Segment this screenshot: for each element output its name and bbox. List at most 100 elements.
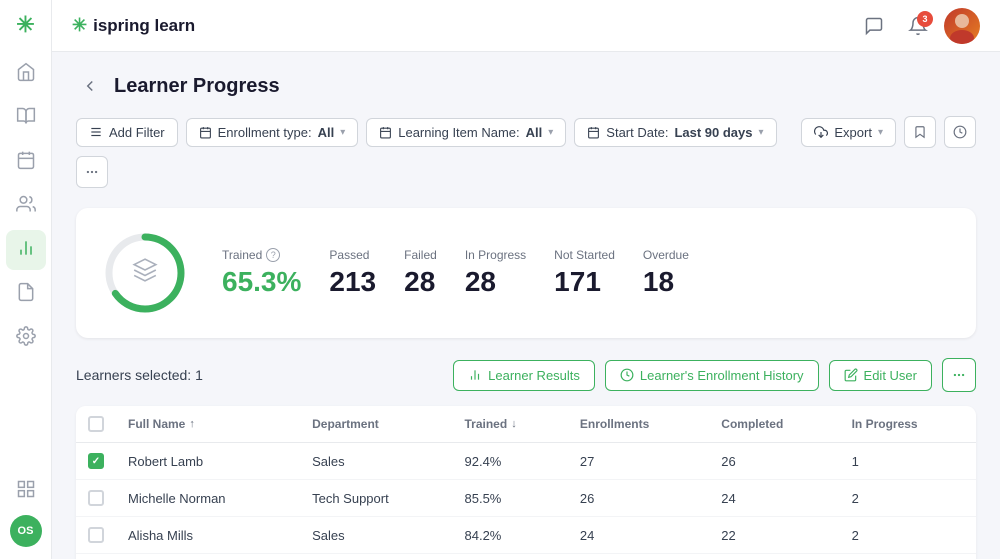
- col-header-completed[interactable]: Completed: [709, 406, 839, 443]
- learning-item-filter[interactable]: Learning Item Name: All ▾: [366, 118, 566, 147]
- notifications-button[interactable]: 3: [900, 8, 936, 44]
- passed-label: Passed: [329, 248, 369, 262]
- sidebar-bottom: OS: [6, 471, 46, 547]
- cell-in-progress-3: 2: [840, 517, 976, 554]
- col-header-department[interactable]: Department: [300, 406, 452, 443]
- file-icon: [16, 282, 36, 307]
- back-button[interactable]: [76, 72, 104, 100]
- learner-results-label: Learner Results: [488, 368, 580, 383]
- chevron-icon-2: ▾: [548, 127, 553, 138]
- settings-icon: [16, 326, 36, 351]
- sidebar-item-home[interactable]: [6, 54, 46, 94]
- learning-item-label: Learning Item Name:: [398, 125, 519, 140]
- cell-department-4: Logistics: [300, 554, 452, 559]
- add-filter-button[interactable]: Add Filter: [76, 118, 178, 147]
- table-row: Michelle Norman Tech Support 85.5% 26 24…: [76, 480, 976, 517]
- learner-results-button[interactable]: Learner Results: [453, 360, 595, 391]
- main-area: ✳ ispring learn 3: [52, 0, 1000, 559]
- enrollment-history-label: Learner's Enrollment History: [640, 368, 804, 383]
- app-name: ispring learn: [93, 16, 195, 36]
- user-avatar[interactable]: [944, 8, 980, 44]
- enrollment-history-button[interactable]: Learner's Enrollment History: [605, 360, 819, 391]
- export-button[interactable]: Export ▾: [801, 118, 896, 147]
- topnav: ✳ ispring learn 3: [52, 0, 1000, 52]
- table-row: Robert Lamb Sales 92.4% 27 26 1: [76, 443, 976, 480]
- learners-table: Full Name ↑ Department Trained ↓ Enrollm…: [76, 406, 976, 559]
- sidebar-item-courses[interactable]: [6, 98, 46, 138]
- stat-not-started: Not Started 171: [554, 248, 615, 298]
- app-logo: ✳ ispring learn: [72, 15, 195, 36]
- enrollment-type-filter[interactable]: Enrollment type: All ▾: [186, 118, 359, 147]
- start-date-filter[interactable]: Start Date: Last 90 days ▾: [574, 118, 776, 147]
- sidebar-user-avatar[interactable]: OS: [10, 515, 42, 547]
- row-checkbox-1[interactable]: [88, 453, 104, 469]
- overdue-label: Overdue: [643, 248, 689, 262]
- enrollment-type-label: Enrollment type:: [218, 125, 312, 140]
- cell-completed-3: 22: [709, 517, 839, 554]
- sidebar-item-grid[interactable]: [6, 471, 46, 511]
- sidebar-item-reports[interactable]: [6, 274, 46, 314]
- filter-bar: Add Filter Enrollment type: All ▾ Learni…: [76, 116, 976, 188]
- sidebar-item-users[interactable]: [6, 186, 46, 226]
- users-icon: [16, 194, 36, 219]
- cell-in-progress-1: 1: [840, 443, 976, 480]
- calendar-icon: [16, 150, 36, 175]
- table-row: Alisha Mills Sales 84.2% 24 22 2: [76, 517, 976, 554]
- edit-user-label: Edit User: [864, 368, 917, 383]
- in-progress-label: In Progress: [465, 248, 526, 262]
- row-checkbox-3[interactable]: [88, 527, 104, 543]
- col-header-name[interactable]: Full Name ↑: [116, 406, 300, 443]
- cell-name-4: Kristina Hunt: [116, 554, 300, 559]
- col-header-trained[interactable]: Trained ↓: [453, 406, 568, 443]
- learning-item-value: All: [526, 125, 543, 140]
- col-header-enrollments[interactable]: Enrollments: [568, 406, 709, 443]
- sidebar-item-settings[interactable]: [6, 318, 46, 358]
- page-header: Learner Progress: [76, 72, 976, 100]
- sidebar-item-calendar[interactable]: [6, 142, 46, 182]
- history-button[interactable]: [944, 116, 976, 148]
- cell-name-2: Michelle Norman: [116, 480, 300, 517]
- stat-passed: Passed 213: [329, 248, 376, 298]
- help-icon[interactable]: ?: [266, 248, 280, 262]
- select-all-checkbox[interactable]: [88, 416, 104, 432]
- edit-user-button[interactable]: Edit User: [829, 360, 932, 391]
- cell-in-progress-4: 1: [840, 554, 976, 559]
- sidebar: ✳ OS: [0, 0, 52, 559]
- cell-completed-1: 26: [709, 443, 839, 480]
- cell-trained-1: 92.4%: [453, 443, 568, 480]
- add-filter-label: Add Filter: [109, 125, 165, 140]
- page-title: Learner Progress: [114, 75, 280, 98]
- cell-name-1: Robert Lamb: [116, 443, 300, 480]
- stats-card: Trained ? 65.3% Passed 213 Failed 28 In …: [76, 208, 976, 338]
- sidebar-item-analytics[interactable]: [6, 230, 46, 270]
- row-checkbox-2[interactable]: [88, 490, 104, 506]
- cell-in-progress-2: 2: [840, 480, 976, 517]
- sidebar-logo-icon: ✳: [16, 12, 34, 38]
- cell-department-3: Sales: [300, 517, 452, 554]
- stat-trained: Trained ? 65.3%: [222, 248, 301, 298]
- content-area: Learner Progress Add Filter Enrollment t…: [52, 52, 1000, 559]
- table-row: Kristina Hunt Logistics 81.7% 28 24 1: [76, 554, 976, 559]
- col-header-in-progress[interactable]: In Progress: [840, 406, 976, 443]
- failed-value: 28: [404, 266, 437, 298]
- stat-overdue: Overdue 18: [643, 248, 689, 298]
- book-icon: [16, 106, 36, 131]
- cell-completed-2: 24: [709, 480, 839, 517]
- failed-label: Failed: [404, 248, 437, 262]
- chat-button[interactable]: [856, 8, 892, 44]
- passed-value: 213: [329, 266, 376, 298]
- topnav-icons: 3: [856, 8, 980, 44]
- selection-count: Learners selected: 1: [76, 367, 443, 383]
- cell-enrollments-3: 24: [568, 517, 709, 554]
- bookmark-button[interactable]: [904, 116, 936, 148]
- more-options-button[interactable]: [76, 156, 108, 188]
- notification-badge: 3: [917, 11, 933, 27]
- trained-label: Trained: [222, 248, 262, 262]
- more-actions-button[interactable]: [942, 358, 976, 392]
- donut-chart: [100, 228, 190, 318]
- donut-center-icon: [132, 257, 158, 289]
- cell-trained-2: 85.5%: [453, 480, 568, 517]
- chart-icon: [16, 238, 36, 263]
- cell-enrollments-2: 26: [568, 480, 709, 517]
- grid-icon: [16, 479, 36, 504]
